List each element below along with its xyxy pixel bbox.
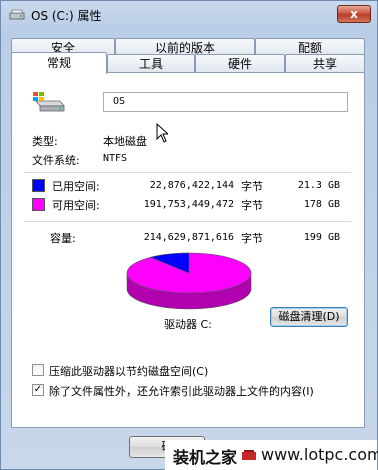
mouse-cursor-icon xyxy=(156,123,168,143)
type-label: 类型: xyxy=(32,135,58,148)
separator xyxy=(24,172,351,173)
free-space-size: 178 GB xyxy=(303,199,340,210)
disk-cleanup-button[interactable]: 磁盘清理(D) xyxy=(270,307,348,327)
compress-checkbox[interactable] xyxy=(32,364,44,376)
tab-row-front: 常规 工具 硬件 共享 xyxy=(11,52,365,74)
free-space-unit: 字节 xyxy=(241,199,263,212)
tab-sharing[interactable]: 共享 xyxy=(285,54,365,73)
drive-letter-label: 驱动器 C: xyxy=(164,318,212,331)
tab-label: 硬件 xyxy=(227,57,252,71)
capacity-bytes: 214,629,871,616 xyxy=(143,232,234,243)
free-space-swatch xyxy=(32,198,45,211)
used-space-unit: 字节 xyxy=(241,180,263,193)
disk-cleanup-button-label: 磁盘清理(D) xyxy=(278,310,340,323)
type-value: 本地磁盘 xyxy=(103,135,147,148)
drive-name-input[interactable]: OS xyxy=(103,92,348,112)
tab-hardware[interactable]: 硬件 xyxy=(195,54,285,73)
tab-label: 工具 xyxy=(138,57,163,71)
drive-icon xyxy=(9,9,25,20)
tab-label: 共享 xyxy=(312,57,337,71)
used-space-bytes: 22,876,422,144 xyxy=(149,180,234,191)
separator xyxy=(24,221,351,222)
close-icon: x xyxy=(350,7,358,21)
tab-tools[interactable]: 工具 xyxy=(107,54,195,73)
tab-general[interactable]: 常规 xyxy=(11,52,107,74)
used-space-swatch xyxy=(32,179,45,192)
free-space-bytes: 191,753,449,472 xyxy=(143,199,234,210)
watermark-site-name: 装机之家 xyxy=(173,448,238,467)
watermark-logo-icon xyxy=(242,450,256,460)
general-panel: OS 类型: 本地磁盘 文件系统: NTFS 已用空间: 22,876,422,… xyxy=(11,72,365,428)
title-bar[interactable]: OS (C:) 属性 x xyxy=(1,1,377,29)
index-checkbox-label[interactable]: 除了文件属性外，还允许索引此驱动器上文件的内容(I) xyxy=(49,383,314,399)
properties-window: OS (C:) 属性 x 安全 以前的版本 配额 常规 工具 硬件 共享 OS … xyxy=(0,0,378,470)
disk-usage-pie-chart xyxy=(126,252,252,310)
close-button[interactable]: x xyxy=(337,5,371,23)
tab-label: 配额 xyxy=(297,41,322,55)
watermark-url: www.lotpc.com xyxy=(261,445,378,464)
tab-label: 以前的版本 xyxy=(154,41,215,55)
capacity-unit: 字节 xyxy=(241,232,263,245)
used-space-size: 21.3 GB xyxy=(297,180,340,191)
watermark: 装机之家 www.lotpc.com xyxy=(165,440,378,470)
filesystem-value: NTFS xyxy=(103,153,128,164)
tab-label: 常规 xyxy=(46,56,71,70)
used-space-label: 已用空间: xyxy=(52,180,100,193)
filesystem-label: 文件系统: xyxy=(32,154,80,167)
capacity-label: 容量: xyxy=(50,232,76,245)
compress-checkbox-label[interactable]: 压缩此驱动器以节约磁盘空间(C) xyxy=(49,363,208,379)
index-checkbox[interactable]: ✓ xyxy=(32,384,44,396)
window-title: OS (C:) 属性 xyxy=(31,9,102,23)
local-disk-icon xyxy=(33,92,65,112)
capacity-size: 199 GB xyxy=(303,232,340,243)
checkbox-mark-icon: ✓ xyxy=(33,384,43,395)
free-space-label: 可用空间: xyxy=(52,199,100,212)
